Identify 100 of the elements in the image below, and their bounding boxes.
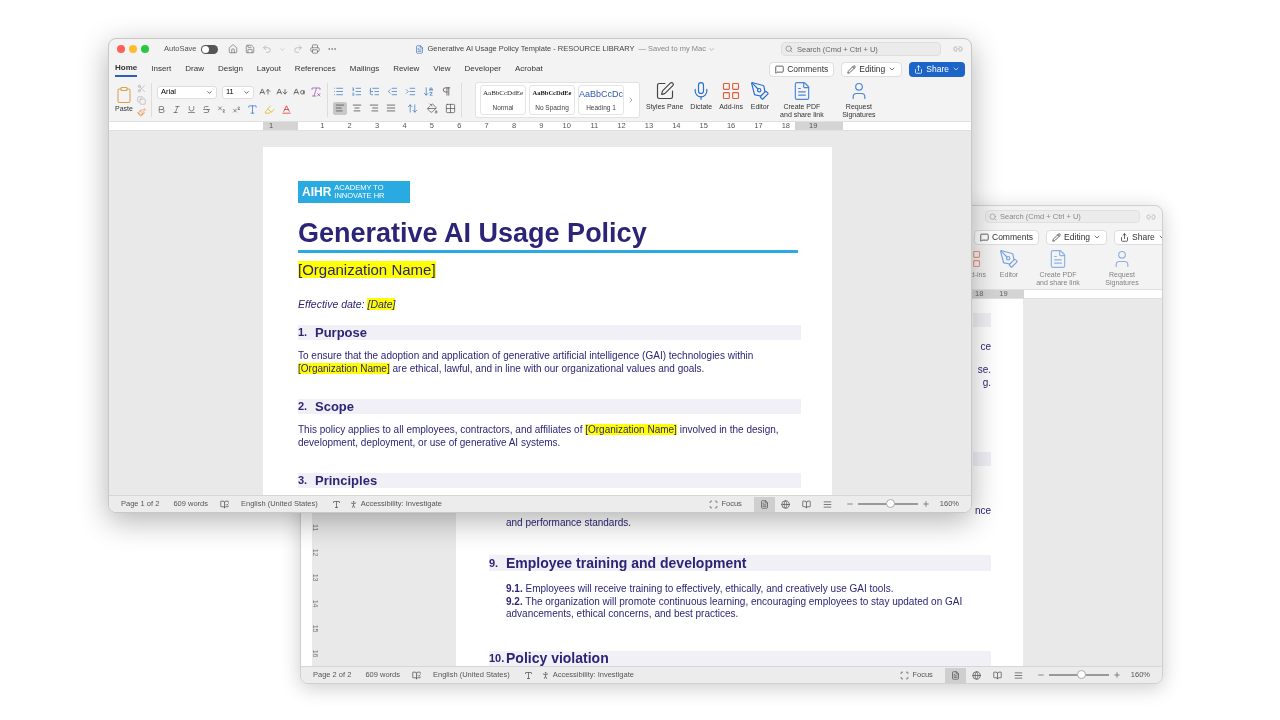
share-button[interactable]: Share xyxy=(909,61,965,77)
align-button[interactable] xyxy=(384,101,398,115)
copy-icon[interactable] xyxy=(137,95,146,105)
section-heading: 3. Principles xyxy=(298,473,801,488)
link-icon[interactable] xyxy=(1146,211,1156,222)
redo-icon[interactable] xyxy=(292,44,303,54)
minimize-button[interactable] xyxy=(129,45,137,53)
grow-font-icon[interactable] xyxy=(259,86,271,98)
view-button[interactable] xyxy=(944,667,966,683)
comment-icon xyxy=(775,64,785,74)
ribbon-tab[interactable]: Home xyxy=(115,61,138,77)
change-case-icon[interactable] xyxy=(293,86,305,98)
text-fragment: g. xyxy=(982,376,991,389)
styles-pane-icon xyxy=(654,81,675,101)
paragraph: and performance standards. xyxy=(505,517,633,529)
ribbon-tab[interactable]: Insert xyxy=(151,61,172,77)
search-icon xyxy=(989,213,997,221)
comments-button[interactable]: Comments xyxy=(769,61,835,77)
ribbon-tab[interactable]: References xyxy=(294,61,336,77)
align-icon xyxy=(369,103,379,113)
shrink-font-icon[interactable] xyxy=(276,86,288,98)
line-spacing-icon[interactable] xyxy=(407,102,418,114)
borders-icon[interactable] xyxy=(445,102,456,114)
sort-icon[interactable] xyxy=(423,85,434,97)
subscript-icon[interactable] xyxy=(217,104,226,114)
link-icon[interactable] xyxy=(953,44,963,54)
italic-icon[interactable] xyxy=(172,104,181,114)
proofing-icon[interactable] xyxy=(412,670,421,680)
align-button[interactable] xyxy=(333,101,347,115)
bold-icon[interactable] xyxy=(157,104,166,114)
share-button[interactable]: Share xyxy=(1114,229,1162,245)
format-painter-icon[interactable] xyxy=(137,107,146,117)
ribbon-tab[interactable]: Layout xyxy=(256,61,281,77)
paragraph: This policy applies to all employees, contractors, and affiliates of [Organization Name] involved in the design, development, deployment, or use of generative AI systems. xyxy=(298,424,780,449)
focus-icon xyxy=(709,499,719,509)
zoom-out-icon[interactable] xyxy=(845,500,854,508)
undo-icon[interactable] xyxy=(261,44,272,54)
chevron-right-icon[interactable] xyxy=(627,96,635,104)
align-button[interactable] xyxy=(350,101,364,115)
multilevel-list-icon[interactable] xyxy=(369,85,380,97)
font-color-icon[interactable] xyxy=(281,103,292,115)
document-icon[interactable] xyxy=(414,44,424,54)
comments-button[interactable]: Comments xyxy=(974,229,1040,245)
ribbon-tab[interactable]: Developer xyxy=(464,61,502,77)
focus-icon xyxy=(900,670,910,680)
save-icon[interactable] xyxy=(244,44,255,54)
autosave-toggle[interactable] xyxy=(200,44,218,54)
pilcrow-icon[interactable] xyxy=(441,85,452,97)
view-icon xyxy=(822,499,832,509)
editing-button[interactable]: Editing xyxy=(841,61,903,77)
caret-icon xyxy=(243,88,250,96)
decrease-indent-icon[interactable] xyxy=(387,85,398,97)
view-icon xyxy=(950,670,960,680)
highlighter-icon[interactable] xyxy=(264,103,275,115)
paragraph: To ensure that the adoption and application of generative artificial intelligence (GAI) technologies within [Organization Name] are ethical, lawful, and in line with our organizational values and goals. xyxy=(298,350,755,375)
editing-button[interactable]: Editing xyxy=(1046,229,1108,245)
maximize-button[interactable] xyxy=(141,45,149,53)
zoom-in-icon[interactable] xyxy=(1112,671,1121,679)
numbering-icon[interactable] xyxy=(351,85,362,97)
zoom-thumb[interactable] xyxy=(886,499,896,508)
increase-indent-icon[interactable] xyxy=(405,85,416,97)
section-heading: 1. Purpose xyxy=(298,325,801,340)
close-button[interactable] xyxy=(117,45,125,53)
superscript-icon[interactable] xyxy=(232,104,241,114)
pen-icon xyxy=(999,249,1019,269)
text-icon[interactable] xyxy=(523,670,533,680)
zoom-in-icon[interactable] xyxy=(921,500,930,508)
view-button[interactable] xyxy=(753,496,775,512)
zoom-out-icon[interactable] xyxy=(1036,671,1045,679)
text-fragment: nce xyxy=(974,505,991,517)
view-icon xyxy=(759,499,769,509)
shading-icon[interactable] xyxy=(427,102,438,114)
clear-formatting-icon[interactable] xyxy=(310,86,322,98)
ribbon-tab[interactable]: Draw xyxy=(185,61,204,77)
ribbon-tab[interactable]: View xyxy=(433,61,451,77)
text-icon[interactable] xyxy=(331,499,341,509)
strikethrough-icon[interactable] xyxy=(202,104,211,114)
proofing-icon[interactable] xyxy=(220,499,229,509)
caret-icon xyxy=(888,65,897,73)
text-effects-icon[interactable] xyxy=(247,103,258,115)
accessibility-icon xyxy=(348,499,358,509)
cut-icon[interactable] xyxy=(137,83,146,93)
home-icon[interactable] xyxy=(227,44,238,54)
zoom-thumb[interactable] xyxy=(1077,670,1087,679)
ribbon-tab[interactable]: Design xyxy=(217,61,243,77)
underline-icon[interactable] xyxy=(187,104,196,114)
document-icon xyxy=(1048,249,1068,269)
align-icon xyxy=(386,103,396,113)
ribbon-tab[interactable]: Review xyxy=(393,61,420,77)
section-heading: 9. Employee training and development xyxy=(489,555,991,571)
pencil-icon xyxy=(1052,232,1062,242)
section-heading: 10.Policy violation xyxy=(489,650,991,666)
align-button[interactable] xyxy=(367,101,381,115)
text-fragment: ce xyxy=(980,340,991,353)
print-icon[interactable] xyxy=(309,44,320,54)
bullets-icon[interactable] xyxy=(333,85,344,97)
view-icon xyxy=(1013,670,1023,680)
ribbon-tab[interactable]: Mailings xyxy=(349,61,380,77)
list-item: 9.2. The organization will promote continuous learning, encouraging employees to stay updated on GAI advancements, ethical concerns, and best practices. xyxy=(506,595,964,621)
ribbon-tab[interactable]: Acrobat xyxy=(515,61,543,77)
